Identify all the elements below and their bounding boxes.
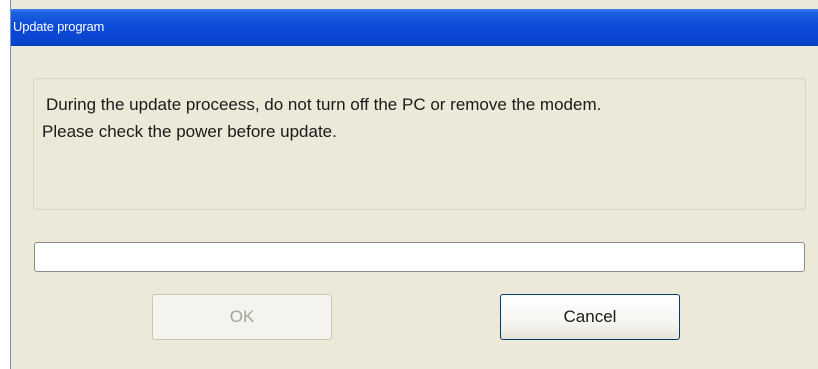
message-line-2: Please check the power before update. (42, 122, 337, 141)
title-bar[interactable]: Update program (11, 9, 818, 46)
message-group: During the update proceess, do not turn … (33, 78, 806, 210)
message-line-1: During the update proceess, do not turn … (46, 95, 602, 114)
update-progress-bar (34, 242, 805, 272)
window-title: Update program (13, 19, 105, 34)
ok-button[interactable]: OK (152, 294, 332, 340)
cancel-button[interactable]: Cancel (500, 294, 680, 340)
update-dialog: Update program During the update procees… (10, 0, 818, 369)
